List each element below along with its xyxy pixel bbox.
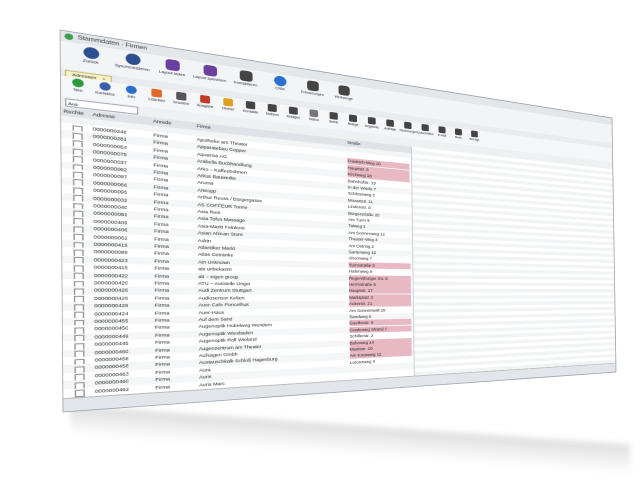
cell-type: Firma: [155, 339, 170, 346]
cell-type: Firma: [154, 324, 170, 331]
toolbar-button-6[interactable]: Ordner: [217, 97, 239, 112]
cash-register-icon: [348, 114, 358, 123]
cell-name: Audi Zentrum Stuttgart: [198, 288, 252, 294]
toolbar-button-3[interactable]: Löschen: [145, 88, 169, 104]
cell-nr: 0000000424: [94, 310, 129, 317]
toolbar-button-2[interactable]: Info: [119, 84, 144, 100]
toolbar-button-11[interactable]: Briefe: [324, 111, 343, 125]
cell-street: Herrnstraße 8: [348, 281, 411, 288]
trash-icon: [151, 88, 162, 98]
cell-type: Firma: [154, 250, 169, 257]
printer-icon: [200, 94, 211, 104]
clipboard-icon: [267, 103, 277, 113]
toolbar-button-12[interactable]: Belege: [344, 114, 362, 128]
cell-nr: 0000000426: [94, 287, 129, 294]
cell-nr: 0000000428: [94, 303, 129, 309]
cell-type: Firma: [155, 347, 170, 353]
toolbar-button-8[interactable]: Notizen: [262, 103, 282, 118]
toolbar-button-13[interactable]: Angebote: [363, 116, 381, 129]
upload-icon: [164, 58, 180, 72]
phone-icon: [239, 69, 253, 83]
toolbar-button-label: Bank: [455, 135, 462, 140]
pencil-icon: [99, 81, 111, 92]
bank-icon: [455, 128, 462, 136]
info-icon: [125, 85, 137, 95]
window-icon: [176, 91, 187, 101]
reflection-shadow: [70, 405, 630, 475]
toolbar-button-4[interactable]: Drucken: [170, 91, 193, 107]
back-arrow-icon: [82, 46, 99, 60]
cell-type: Firma: [154, 273, 170, 279]
sync-icon: [124, 52, 140, 66]
paperclip-icon: [288, 106, 298, 115]
toolbar-button-17[interactable]: E-Mail: [434, 126, 450, 139]
cell-type: Firma: [154, 280, 170, 286]
toolbar-button-label: Info: [127, 94, 136, 100]
cell-type: Firma: [154, 295, 170, 301]
cash-register-icon: [421, 123, 429, 132]
save-icon: [202, 64, 217, 77]
detail-panel: [410, 146, 616, 376]
toolbar-button-10[interactable]: Status: [304, 108, 323, 122]
cell-street: Hauptstr. 17: [349, 287, 411, 294]
cell-type: Firma: [154, 310, 170, 316]
cell-type: Firma: [154, 288, 170, 294]
cell-nr: 0000000415: [93, 264, 129, 271]
toolbar-button-19[interactable]: Beträge: [467, 130, 482, 142]
toolbar-button-16[interactable]: Gutschriften: [417, 123, 434, 136]
cash-register-icon: [367, 116, 376, 125]
cell-type: Firma: [154, 228, 169, 235]
cell-nr: 0000000425: [94, 295, 129, 301]
cash-register-icon: [386, 119, 394, 127]
toolbar-button-18[interactable]: Bank: [451, 128, 466, 140]
toolbar-button-14[interactable]: Aufträge: [381, 119, 398, 132]
envelope-icon: [329, 111, 338, 120]
toolbar-button-7[interactable]: Kontakte: [240, 100, 261, 115]
cell-type: Firma: [155, 383, 171, 390]
contacts-icon: [245, 100, 256, 110]
alarm-clock-icon: [306, 80, 319, 92]
toolbar-button-5[interactable]: Ausgabe: [194, 94, 216, 109]
cell-nr: 0000000420: [94, 280, 129, 286]
tools-icon: [337, 84, 350, 97]
cell-type: Firma: [154, 258, 170, 264]
cell-nr: 0000000423: [93, 257, 128, 263]
cell-type: Firma: [154, 302, 170, 308]
cell-type: Firma: [154, 332, 170, 338]
document-icon: [404, 121, 412, 130]
plus-icon: [72, 78, 84, 88]
toolbar-button-15[interactable]: Rechnungen: [399, 121, 417, 134]
cell-type: Firma: [154, 243, 169, 250]
cell-type: Firma: [154, 317, 170, 323]
app-window: Stammdaten · Firmen Zurück Synchronisiere…: [60, 30, 616, 412]
cell-type: Firma: [154, 236, 169, 242]
money-bag-icon: [471, 130, 478, 138]
people-icon: [273, 75, 286, 87]
close-x-icon: [309, 109, 319, 118]
folder-icon: [223, 97, 233, 107]
cell-type: Firma: [153, 221, 169, 227]
cell-nr: 0000000422: [93, 272, 129, 279]
screenshot-stage: Stammdaten · Firmen Zurück Synchronisiere…: [0, 0, 640, 480]
cell-type: Firma: [154, 265, 170, 272]
envelope-icon: [438, 126, 446, 134]
window-content: Stammdaten · Firmen Zurück Synchronisiere…: [60, 30, 616, 412]
toolbar-button-9[interactable]: Anlagen: [283, 106, 303, 120]
